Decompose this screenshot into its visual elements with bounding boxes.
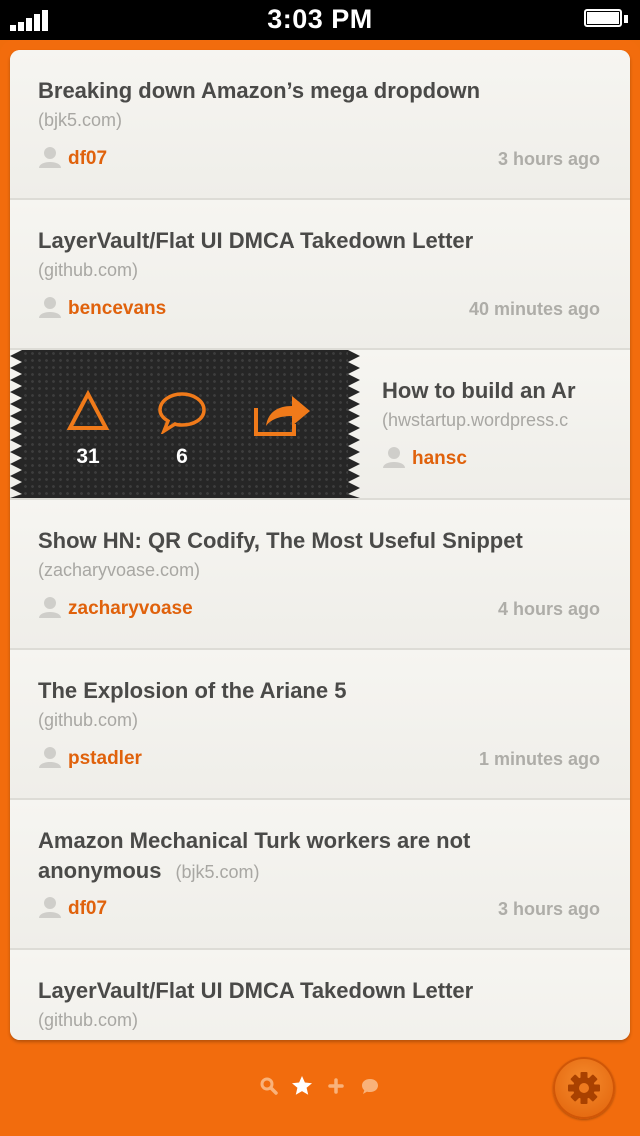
story-title[interactable]: Amazon Mechanical Turk workers are not a…: [38, 826, 578, 887]
upvote-count: 31: [76, 445, 100, 468]
star-icon[interactable]: [289, 1073, 315, 1099]
bottom-tab-bar: [0, 1073, 640, 1103]
story-item-swiped[interactable]: 31 6 How to build an Ar (hwstartup.wordp…: [10, 350, 630, 500]
story-title[interactable]: Show HN: QR Codify, The Most Useful Snip…: [38, 526, 598, 556]
plus-icon[interactable]: [323, 1073, 349, 1099]
story-user-name: df07: [68, 898, 108, 920]
story-user[interactable]: pstadler: [38, 747, 142, 772]
story-item[interactable]: LayerVault/Flat UI DMCA Takedown Letter …: [10, 200, 630, 350]
settings-button[interactable]: [553, 1057, 615, 1119]
story-item[interactable]: Show HN: QR Codify, The Most Useful Snip…: [10, 500, 630, 650]
story-title[interactable]: LayerVault/Flat UI DMCA Takedown Letter: [38, 226, 598, 256]
story-domain: (github.com): [38, 710, 139, 730]
zigzag-edge-right: [348, 350, 360, 498]
story-time: 4 hours ago: [497, 599, 600, 619]
status-bar: 3:03 PM: [0, 0, 640, 40]
comment-bubble-icon: [158, 392, 206, 436]
story-title[interactable]: LayerVault/Flat UI DMCA Takedown Letter: [38, 976, 598, 1006]
story-list[interactable]: Breaking down Amazon’s mega dropdown (bj…: [10, 50, 630, 1040]
gear-icon: [568, 1072, 600, 1104]
story-user-name: hansc: [412, 448, 467, 470]
story-user[interactable]: bencevans: [38, 297, 167, 322]
story-user-name: zacharyvoase: [68, 598, 193, 620]
story-user-name: df07: [68, 148, 108, 170]
story-domain: (zacharyvoase.com): [38, 560, 201, 580]
user-icon: [383, 447, 405, 468]
story-user-name: pstadler: [68, 748, 142, 770]
story-domain: (github.com): [38, 260, 139, 280]
story-user[interactable]: hansc: [382, 447, 467, 472]
story-time: 1 minutes ago: [478, 749, 600, 769]
story-user[interactable]: zacharyvoase: [38, 597, 193, 622]
share-icon: [254, 396, 310, 436]
story-content[interactable]: How to build an Ar (hwstartup.wordpress.…: [380, 350, 630, 498]
status-time: 3:03 PM: [267, 4, 373, 34]
story-title[interactable]: The Explosion of the Ariane 5: [38, 676, 598, 706]
story-user-name: bencevans: [68, 298, 167, 320]
story-title[interactable]: How to build an Ar: [382, 376, 630, 406]
story-item[interactable]: Breaking down Amazon’s mega dropdown (bj…: [10, 50, 630, 200]
upvote-icon: [66, 389, 110, 430]
story-item[interactable]: LayerVault/Flat UI DMCA Takedown Letter …: [10, 950, 630, 1040]
user-icon: [39, 597, 61, 618]
story-time: 3 hours ago: [497, 899, 600, 919]
story-item[interactable]: The Explosion of the Ariane 5 (github.co…: [10, 650, 630, 800]
story-domain: (bjk5.com): [175, 862, 260, 882]
story-time: 3 hours ago: [497, 149, 600, 169]
zigzag-edge-left: [10, 350, 22, 498]
user-icon: [39, 897, 61, 918]
story-item[interactable]: Amazon Mechanical Turk workers are not a…: [10, 800, 630, 950]
story-domain: (bjk5.com): [38, 110, 123, 130]
battery-icon: [584, 9, 628, 29]
story-user[interactable]: df07: [38, 897, 108, 922]
user-icon: [39, 297, 61, 318]
share-button[interactable]: [250, 390, 310, 443]
story-domain: (hwstartup.wordpress.c: [382, 410, 569, 430]
search-icon[interactable]: [256, 1073, 282, 1099]
comments-button[interactable]: 6: [152, 390, 212, 469]
comment-icon[interactable]: [357, 1073, 383, 1099]
story-time: 40 minutes ago: [468, 299, 600, 319]
story-title[interactable]: Breaking down Amazon’s mega dropdown: [38, 76, 598, 106]
comment-count: 6: [176, 445, 188, 468]
upvote-button[interactable]: 31: [58, 389, 118, 469]
user-icon: [39, 147, 61, 168]
story-actions-panel: 31 6: [22, 350, 348, 498]
user-icon: [39, 747, 61, 768]
story-domain: (github.com): [38, 1010, 139, 1030]
story-user[interactable]: df07: [38, 147, 108, 172]
